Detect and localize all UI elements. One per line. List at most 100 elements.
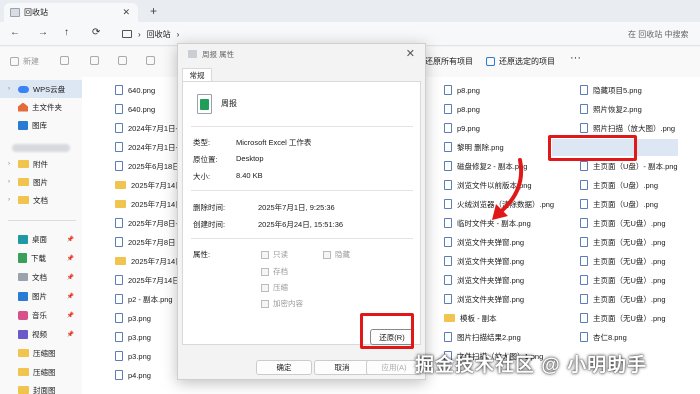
file-name: p4.png (128, 370, 151, 380)
close-tab-icon[interactable]: ✕ (122, 7, 130, 18)
folder-icon (115, 257, 126, 265)
sidebar-item-compressed-2[interactable]: 压缩图 (0, 363, 82, 381)
chevron-right-icon[interactable]: › (8, 161, 14, 167)
file-item[interactable]: 杏仁8.png (580, 330, 627, 344)
file-item[interactable]: p3.png (115, 349, 151, 363)
sidebar-item-compressed-1[interactable]: 压缩图 (0, 344, 82, 362)
file-item[interactable]: 640.png (115, 102, 155, 116)
cut-button[interactable] (60, 56, 69, 65)
file-item[interactable]: 2025年7月8日 (115, 235, 176, 249)
new-button[interactable]: 新建 (10, 56, 39, 67)
compress-checkbox[interactable]: 压缩 (261, 282, 288, 293)
rename-button[interactable] (146, 56, 155, 65)
encrypt-checkbox[interactable]: 加密内容 (261, 298, 303, 309)
checkbox-icon (261, 250, 269, 259)
file-name: 2025年7月14日 (128, 275, 180, 285)
new-tab-button[interactable]: + (150, 4, 157, 18)
file-item[interactable]: 主页面（U盘）.png (580, 178, 658, 192)
dialog-title-bar[interactable]: 周报 属性 (178, 44, 425, 64)
restore-selected-button[interactable]: 还原选定的项目 (486, 56, 555, 67)
chevron-right-icon[interactable]: › (177, 30, 180, 39)
chevron-right-icon[interactable]: › (8, 86, 14, 92)
sidebar-item-documents[interactable]: 文档 📌 (0, 268, 82, 286)
file-item[interactable]: p4.png (115, 368, 151, 382)
address-input[interactable]: › 回收站 › (118, 25, 613, 43)
forward-button[interactable]: → (38, 27, 48, 38)
chevron-right-icon[interactable]: › (8, 197, 14, 203)
chevron-right-icon[interactable]: › (8, 179, 14, 185)
file-item[interactable]: 主页面（U盘）- 副本.png (580, 159, 678, 173)
file-item[interactable]: 浏览文件夹弹窗.png (444, 235, 524, 249)
file-item[interactable]: 浏览文件夹弹窗.png (444, 254, 524, 268)
paste-button[interactable] (118, 56, 127, 65)
file-item[interactable]: 照片扫描（放大图）.png (580, 121, 675, 135)
ok-button[interactable]: 确定 (256, 360, 312, 375)
compress-label: 压缩 (273, 283, 288, 292)
breadcrumb-recycle-bin[interactable]: 回收站 (147, 29, 171, 40)
image-file-icon (580, 275, 588, 285)
sidebar-item-gallery[interactable]: 图库 (0, 116, 82, 134)
more-button[interactable]: ··· (570, 52, 581, 64)
file-item[interactable]: 图片扫描结果2.png (444, 330, 521, 344)
image-file-icon (115, 104, 123, 114)
file-item[interactable]: 2025年7月14日 (115, 254, 183, 268)
sidebar-item-music[interactable]: 音乐 📌 (0, 306, 82, 324)
file-item[interactable]: 浏览文件夹弹窗.png (444, 273, 524, 287)
archive-checkbox[interactable]: 存档 (261, 266, 288, 277)
file-item[interactable]: p8.png (444, 83, 480, 97)
cancel-button[interactable]: 取消 (314, 360, 370, 375)
tab-recycle-bin[interactable]: 回收站 ✕ (4, 3, 138, 22)
tab-general[interactable]: 常规 (182, 68, 212, 82)
hidden-label: 隐藏 (335, 250, 350, 259)
file-item[interactable]: 640.png (115, 83, 155, 97)
file-item[interactable]: p3.png (115, 330, 151, 344)
file-item[interactable]: p3.png (115, 311, 151, 325)
sidebar-item-label: 视频 (32, 329, 47, 339)
file-item[interactable]: 主页面（无U盘）.png (580, 311, 666, 325)
up-button[interactable]: ↑ (64, 27, 69, 38)
file-item[interactable]: 2025年7月14日 (115, 178, 183, 192)
apply-button[interactable]: 应用(A) (366, 360, 422, 375)
file-item[interactable]: 主页面（无U盘）.png (580, 216, 666, 230)
file-item[interactable]: p9.png (444, 121, 480, 135)
file-item[interactable]: 主页面（无U盘）.png (580, 235, 666, 249)
file-item[interactable]: p2 - 副本.png (115, 292, 173, 306)
file-item[interactable]: 照片恢复2.png (580, 102, 642, 116)
file-name: 2025年7月14日 (131, 256, 183, 266)
refresh-button[interactable]: ⟳ (92, 27, 100, 38)
search-input[interactable]: 在 回收站 中搜索 (620, 25, 696, 43)
pin-icon: 📌 (66, 255, 74, 262)
sidebar-item-downloads[interactable]: 下载 📌 (0, 249, 82, 267)
sidebar-item-videos[interactable]: 视频 📌 (0, 325, 82, 343)
file-item[interactable]: 主页面（无U盘）.png (580, 292, 666, 306)
readonly-checkbox[interactable]: 只读 (261, 249, 288, 260)
file-item[interactable]: p8.png (444, 102, 480, 116)
file-item[interactable]: 2025年7月14日 (115, 273, 180, 287)
sidebar-item-cover[interactable]: 封面图 (0, 381, 82, 394)
file-item[interactable]: 2025年6月18日 (115, 159, 180, 173)
file-item[interactable]: 黎明 删除.png (444, 140, 504, 154)
file-item[interactable]: 主页面（无U盘）.png (580, 273, 666, 287)
file-item[interactable]: 2025年7月14日 (115, 197, 183, 211)
file-item[interactable]: 主页面（无U盘）.png (580, 254, 666, 268)
sidebar-item-pictures-folder[interactable]: › 图片 (0, 173, 82, 191)
file-item[interactable]: 浏览文件夹弹窗.png (444, 292, 524, 306)
file-item[interactable]: 模板 - 副本 (444, 311, 497, 325)
hidden-checkbox[interactable]: 隐藏 (323, 249, 350, 260)
folder-icon (18, 386, 29, 394)
copy-button[interactable] (90, 56, 99, 65)
file-item[interactable]: 主页面（U盘）.png (580, 197, 658, 211)
sidebar-item-attachments[interactable]: › 附件 (0, 155, 82, 173)
sidebar-item-home[interactable]: 主文件夹 (0, 98, 82, 116)
sidebar-item-wps-cloud[interactable]: › WPS云盘 (0, 80, 82, 98)
recycle-bin-icon (10, 8, 20, 17)
folder-icon (115, 181, 126, 189)
sidebar-item-documents-folder[interactable]: › 文档 (0, 191, 82, 209)
sidebar-item-desktop[interactable]: 桌面 📌 (0, 230, 82, 248)
image-file-icon (580, 180, 588, 190)
file-item[interactable]: 隐藏项目5.png (580, 83, 642, 97)
sidebar-item-pictures[interactable]: 图片 📌 (0, 287, 82, 305)
close-icon[interactable]: ✕ (406, 47, 415, 60)
back-button[interactable]: ← (10, 27, 20, 38)
file-name: p3.png (128, 351, 151, 361)
